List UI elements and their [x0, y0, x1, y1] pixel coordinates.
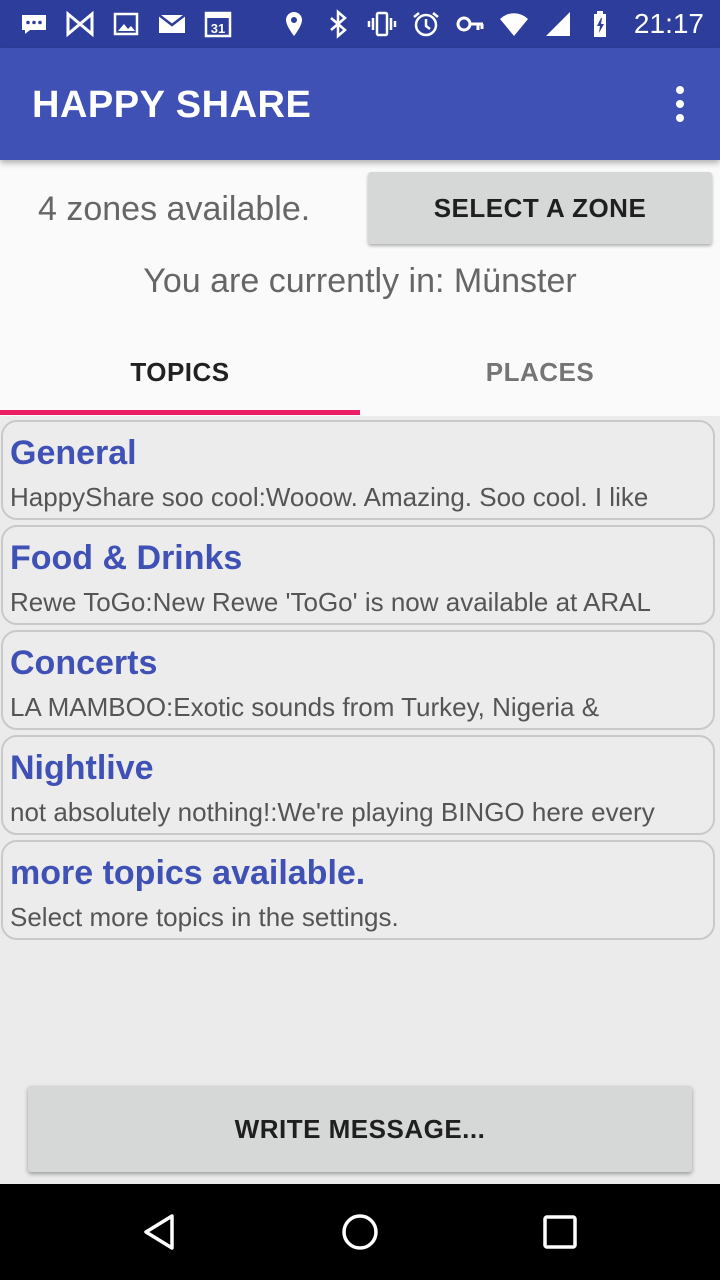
navigation-bar	[0, 1184, 720, 1280]
signal-icon	[542, 8, 574, 40]
topic-preview: Select more topics in the settings.	[10, 902, 399, 932]
tab-indicator	[0, 410, 360, 415]
vibrate-icon	[366, 8, 398, 40]
location-icon	[278, 8, 310, 40]
back-icon[interactable]	[136, 1208, 184, 1256]
topic-preview: HappyShare soo cool:Wooow. Amazing. Soo …	[10, 482, 649, 512]
topic-item-more-topics[interactable]: more topics available. Select more topic…	[1, 840, 715, 940]
zone-header: 4 zones available. SELECT A ZONE You are…	[0, 160, 720, 416]
topic-title: Concerts	[10, 644, 158, 682]
bowtie-icon	[64, 8, 96, 40]
mail-icon	[156, 8, 188, 40]
calendar-icon: 31	[202, 8, 234, 40]
tab-topics[interactable]: TOPICS	[0, 330, 360, 414]
topic-item-food-drinks[interactable]: Food & Drinks Rewe ToGo:New Rewe 'ToGo' …	[1, 525, 715, 625]
calendar-day-text: 31	[211, 21, 225, 36]
topic-title: General	[10, 434, 137, 472]
app-title: HAPPY SHARE	[32, 84, 312, 126]
image-icon	[110, 8, 142, 40]
topic-item-concerts[interactable]: Concerts LA MAMBOO:Exotic sounds from Tu…	[1, 630, 715, 730]
wifi-icon	[498, 8, 530, 40]
status-bar: 31 21:17	[0, 0, 720, 48]
topic-item-nightlive[interactable]: Nightlive not absolutely nothing!:We're …	[1, 735, 715, 835]
topic-title: more topics available.	[10, 854, 366, 892]
topic-title: Nightlive	[10, 749, 154, 787]
topic-title: Food & Drinks	[10, 539, 243, 577]
topic-item-general[interactable]: General HappyShare soo cool:Wooow. Amazi…	[1, 420, 715, 520]
current-zone-text: You are currently in: Münster	[143, 262, 577, 300]
topic-preview: not absolutely nothing!:We're playing BI…	[10, 797, 655, 827]
topic-preview: Rewe ToGo:New Rewe 'ToGo' is now availab…	[10, 587, 651, 617]
home-icon[interactable]	[336, 1208, 384, 1256]
topic-preview: LA MAMBOO:Exotic sounds from Turkey, Nig…	[10, 692, 600, 722]
key-icon	[454, 8, 486, 40]
battery-charging-icon	[586, 8, 618, 40]
more-vert-icon[interactable]	[664, 84, 696, 124]
write-message-button[interactable]: WRITE MESSAGE...	[28, 1086, 692, 1172]
select-zone-button[interactable]: SELECT A ZONE	[368, 172, 712, 244]
app-bar: HAPPY SHARE	[0, 48, 720, 160]
bluetooth-icon	[322, 8, 354, 40]
status-time: 21:17	[633, 8, 704, 39]
chat-icon	[18, 8, 50, 40]
tab-places[interactable]: PLACES	[360, 330, 720, 414]
zones-available-text: 4 zones available.	[38, 190, 311, 228]
recent-apps-icon[interactable]	[536, 1208, 584, 1256]
alarm-icon	[410, 8, 442, 40]
